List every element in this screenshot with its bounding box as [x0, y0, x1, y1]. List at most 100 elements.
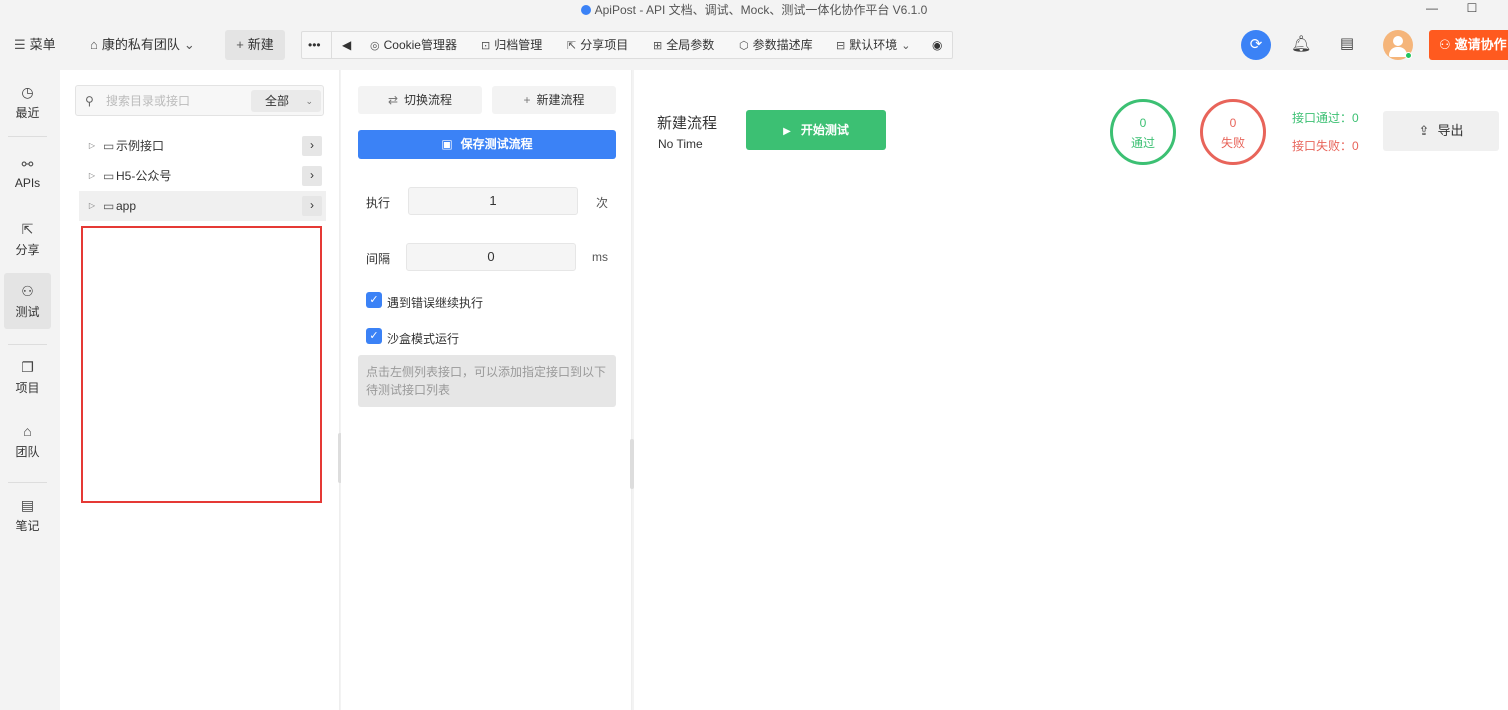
- flow-config-panel: ⇄ 切换流程 + 新建流程 ▣ 保存测试流程 执行 1 次 间隔 0 ms ✓ 遇到错…: [341, 70, 632, 710]
- fail-count: 0: [1229, 116, 1237, 130]
- avatar[interactable]: [1383, 30, 1413, 60]
- interval-unit: ms: [592, 250, 608, 264]
- env-icon: ⊟: [836, 40, 846, 52]
- avatar-head: [1393, 36, 1403, 46]
- chevron-right-icon[interactable]: ▷: [85, 139, 99, 153]
- exec-unit: 次: [596, 196, 609, 210]
- rail-item-share[interactable]: ⇱ 分享: [4, 211, 51, 267]
- save-flow-button[interactable]: ▣ 保存测试流程: [358, 130, 616, 159]
- more-dots-icon[interactable]: •••: [308, 32, 321, 58]
- archive-button[interactable]: ⊡ 归档管理: [481, 32, 542, 58]
- interval-input[interactable]: 0: [406, 243, 576, 271]
- rail-item-recent[interactable]: ◷ 最近: [4, 74, 51, 130]
- window-title: ApiPost - API 文档、调试、Mock、测试一体化协作平台 V6.1.…: [0, 1, 1508, 18]
- menu-button[interactable]: ☰ 菜单: [14, 30, 56, 60]
- apipost-logo-icon: [580, 5, 591, 15]
- rail-item-project[interactable]: ❐ 项目: [4, 349, 51, 405]
- play-icon: ▶: [783, 126, 791, 137]
- share-icon: ⇱: [21, 221, 34, 237]
- api-pass-stat: 接口通过：0: [1292, 111, 1359, 125]
- title-bar: ApiPost - API 文档、调试、Mock、测试一体化协作平台 V6.1.…: [0, 0, 1508, 18]
- plus-icon: +: [236, 37, 244, 52]
- left-rail: ◷ 最近 ⚯ APIs ⇱ 分享 ⚇ 测试 ❐ 项目 ⌂ 团队 ▤ 笔记: [0, 70, 55, 710]
- pass-label: 通过: [1130, 136, 1155, 150]
- eye-icon[interactable]: ◉: [932, 32, 942, 58]
- new-flow-button[interactable]: + 新建流程: [492, 86, 616, 114]
- chevron-right-icon[interactable]: ›: [302, 196, 322, 216]
- search-input[interactable]: [106, 91, 246, 111]
- folder-icon: ▭: [103, 199, 115, 213]
- rail-item-note[interactable]: ▤ 笔记: [4, 487, 51, 543]
- exec-label: 执行: [366, 196, 391, 210]
- team-selector[interactable]: ⌂ 康的私有团队 ⌄: [90, 30, 199, 60]
- chevron-right-icon[interactable]: ▷: [85, 199, 99, 213]
- triangle-left-icon[interactable]: ◀: [342, 32, 351, 58]
- share-project-button[interactable]: ⇱ 分享项目: [567, 32, 628, 58]
- params-icon: ⊞: [653, 40, 663, 52]
- highlight-box: [81, 226, 322, 503]
- flow-name: 新建流程: [657, 115, 718, 132]
- online-status-icon: [1405, 52, 1412, 59]
- env-selector[interactable]: ⊟ 默认环境 ⌄: [836, 32, 914, 58]
- rail-item-apis[interactable]: ⚯ APIs: [4, 146, 51, 202]
- tree-item[interactable]: ▷ ▭ H5-公众号 ›: [79, 161, 326, 191]
- tree-item[interactable]: ▷ ▭ 示例接口 ›: [79, 131, 326, 161]
- minimize-icon[interactable]: —: [1420, 0, 1444, 18]
- sync-icon[interactable]: ⟳: [1241, 30, 1271, 60]
- maximize-icon[interactable]: ☐: [1460, 0, 1484, 18]
- interval-label: 间隔: [366, 252, 391, 266]
- save-icon: ▣: [441, 137, 453, 151]
- folder-icon: ▭: [103, 169, 115, 183]
- divider: [8, 482, 47, 483]
- note-icon: ▤: [20, 497, 35, 513]
- top-toolbar: ☰ 菜单 ⌂ 康的私有团队 ⌄ + 新建 ••• ◀ ◎ Cookie管理器 ⊡ 归档管理 …: [0, 20, 1508, 70]
- search-icon: ⚲: [85, 94, 94, 108]
- param-desc-lib-button[interactable]: ⬡ 参数描述库: [739, 32, 813, 58]
- tool-strip: ••• ◀ ◎ Cookie管理器 ⊡ 归档管理 ⇱ 分享项目 ⊞ 全局参数 ⬡ 参数描述…: [301, 31, 953, 59]
- bell-icon[interactable]: 🔔︎: [1291, 34, 1311, 56]
- rail-item-team[interactable]: ⌂ 团队: [4, 413, 51, 469]
- api-fail-stat: 接口失败：0: [1292, 139, 1359, 153]
- divider: [331, 32, 332, 58]
- chevron-right-icon[interactable]: ›: [302, 136, 322, 156]
- new-button[interactable]: + 新建: [225, 30, 285, 60]
- team-icon: ⌂: [90, 37, 98, 52]
- tree-search: ⚲ 全部⌄: [75, 85, 324, 116]
- invite-button[interactable]: ⚇ 邀请协作: [1429, 30, 1508, 60]
- plus-icon: +: [523, 93, 531, 107]
- exec-count-input[interactable]: 1: [408, 187, 578, 215]
- chevron-right-icon[interactable]: ›: [302, 166, 322, 186]
- sandbox-checkbox[interactable]: ✓: [366, 328, 382, 344]
- user-add-icon: ⚇: [1439, 37, 1451, 52]
- divider: [8, 136, 47, 137]
- archive-icon: ⊡: [481, 40, 491, 52]
- export-button[interactable]: ⇪ 导出: [1383, 111, 1499, 151]
- pass-count-circle: 0 通过: [1110, 99, 1176, 165]
- cookie-manager-button[interactable]: ◎ Cookie管理器: [370, 32, 457, 58]
- api-tree-panel: ⚲ 全部⌄ ▷ ▭ 示例接口 › ▷ ▭ H5-公众号 › ▷ ▭ app ›: [60, 70, 340, 710]
- tree-item-selected[interactable]: ▷ ▭ app ›: [79, 191, 326, 221]
- cube-icon: ⬡: [739, 40, 749, 52]
- notepad-icon[interactable]: ▤: [1337, 34, 1357, 56]
- flow-time: No Time: [658, 137, 703, 151]
- pass-count: 0: [1139, 116, 1147, 130]
- fail-count-circle: 0 失败: [1200, 99, 1266, 165]
- cookie-icon: ◎: [370, 40, 380, 52]
- scope-select[interactable]: 全部 ⌄: [251, 90, 321, 112]
- project-icon: ❐: [21, 359, 34, 375]
- menu-icon: ☰: [14, 37, 26, 52]
- global-params-button[interactable]: ⊞ 全局参数: [653, 32, 714, 58]
- fail-label: 失败: [1220, 136, 1245, 150]
- chevron-right-icon[interactable]: ▷: [85, 169, 99, 183]
- api-icon: ⚯: [21, 156, 34, 172]
- test-icon: ⚇: [21, 283, 34, 299]
- rail-item-test[interactable]: ⚇ 测试: [4, 273, 51, 329]
- switch-flow-button[interactable]: ⇄ 切换流程: [358, 86, 482, 114]
- history-icon: ◷: [21, 84, 34, 100]
- share-icon: ⇱: [567, 40, 577, 52]
- continue-on-error-checkbox[interactable]: ✓: [366, 292, 382, 308]
- hint-text: 点击左侧列表接口，可以添加指定接口到以下待测试接口列表: [358, 355, 616, 407]
- swap-icon: ⇄: [387, 93, 399, 107]
- start-test-button[interactable]: ▶ 开始测试: [746, 110, 886, 150]
- divider: [8, 344, 47, 345]
